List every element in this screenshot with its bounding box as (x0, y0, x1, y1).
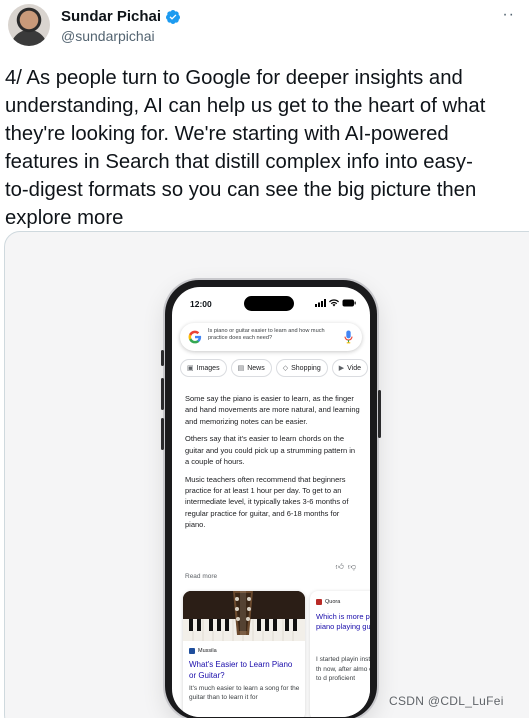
author-display-name[interactable]: Sundar Pichai (61, 8, 161, 25)
thumbs-down-icon[interactable]: 👎︎ (348, 562, 360, 571)
guitar-image (183, 591, 305, 641)
video-icon: ▶ (338, 365, 345, 372)
chip-images[interactable]: ▣ Images (180, 359, 227, 377)
result-snippet: I started playin instruments th now, aft… (316, 656, 370, 682)
result-title[interactable]: What's Easier to Learn Piano or Guitar? (189, 660, 301, 681)
chip-shopping[interactable]: ◇ Shopping (275, 359, 328, 377)
search-box[interactable]: Is piano or guitar easier to learn and h… (180, 323, 362, 351)
result-source: Mussila (189, 648, 217, 654)
tag-icon: ◇ (282, 365, 289, 372)
mic-icon[interactable] (344, 330, 353, 344)
result-card[interactable]: Mussila What's Easier to Learn Piano or … (183, 591, 305, 717)
site-favicon-icon (189, 648, 195, 654)
answer-paragraph: Some say the piano is easier to learn, a… (185, 394, 360, 426)
chip-label: Shopping (291, 364, 321, 372)
search-filter-chips: ▣ Images ▤ News ◇ Shopping ▶ Vide (180, 359, 370, 379)
signal-icon (314, 298, 326, 307)
search-query[interactable]: Is piano or guitar easier to learn and h… (208, 328, 328, 342)
result-title[interactable]: Which is more playing piano playing guit… (316, 612, 370, 632)
feedback-buttons: 👍︎👎︎ (336, 562, 361, 572)
quora-favicon-icon (316, 599, 322, 605)
phone-mockup: 12:00 Is piano or guitar easier to learn… (161, 280, 381, 718)
chip-label: Images (196, 364, 220, 372)
chip-news[interactable]: ▤ News (230, 359, 272, 377)
avatar[interactable] (8, 4, 50, 46)
news-icon: ▤ (237, 365, 245, 372)
author-name-row: Sundar Pichai (61, 8, 181, 25)
more-dots-icon[interactable]: ·· (502, 6, 515, 24)
author-handle[interactable]: @sundarpichai (61, 28, 155, 44)
phone-screen: 12:00 Is piano or guitar easier to learn… (172, 287, 370, 717)
status-bar: 12:00 (172, 287, 370, 321)
piano-guitar-photo-icon (183, 591, 305, 641)
tweet-text: 4/ As people turn to Google for deeper i… (5, 67, 486, 229)
tweet-header: Sundar Pichai @sundarpichai ·· (8, 4, 529, 50)
chip-label: News (247, 364, 265, 372)
watermark: CSDN @CDL_LuFei (389, 694, 504, 708)
chip-label: Vide (347, 364, 361, 372)
result-snippet: It's much easier to learn a song for the… (189, 685, 300, 701)
tweet-media[interactable]: 12:00 Is piano or guitar easier to learn… (4, 231, 529, 718)
dynamic-island (244, 296, 294, 311)
read-more-link[interactable]: Read more (185, 573, 217, 580)
chip-videos[interactable]: ▶ Vide (331, 359, 368, 377)
ai-answer: Some say the piano is easier to learn, a… (185, 393, 361, 537)
verified-badge-icon (166, 9, 181, 24)
source-name: Mussila (198, 648, 217, 654)
wifi-icon (328, 299, 339, 307)
result-source: Quora (316, 599, 340, 605)
status-icons (314, 298, 356, 307)
answer-paragraph: Others say that it's easier to learn cho… (185, 434, 356, 466)
source-name: Quora (325, 599, 341, 605)
status-time: 12:00 (190, 299, 212, 309)
image-icon: ▣ (187, 365, 194, 372)
google-logo-icon (188, 330, 202, 344)
battery-icon (342, 299, 356, 307)
result-card[interactable]: Quora Which is more playing piano playin… (310, 591, 370, 717)
answer-paragraph: Music teachers often recommend that begi… (185, 474, 349, 529)
thumbs-up-icon[interactable]: 👍︎ (336, 562, 348, 571)
